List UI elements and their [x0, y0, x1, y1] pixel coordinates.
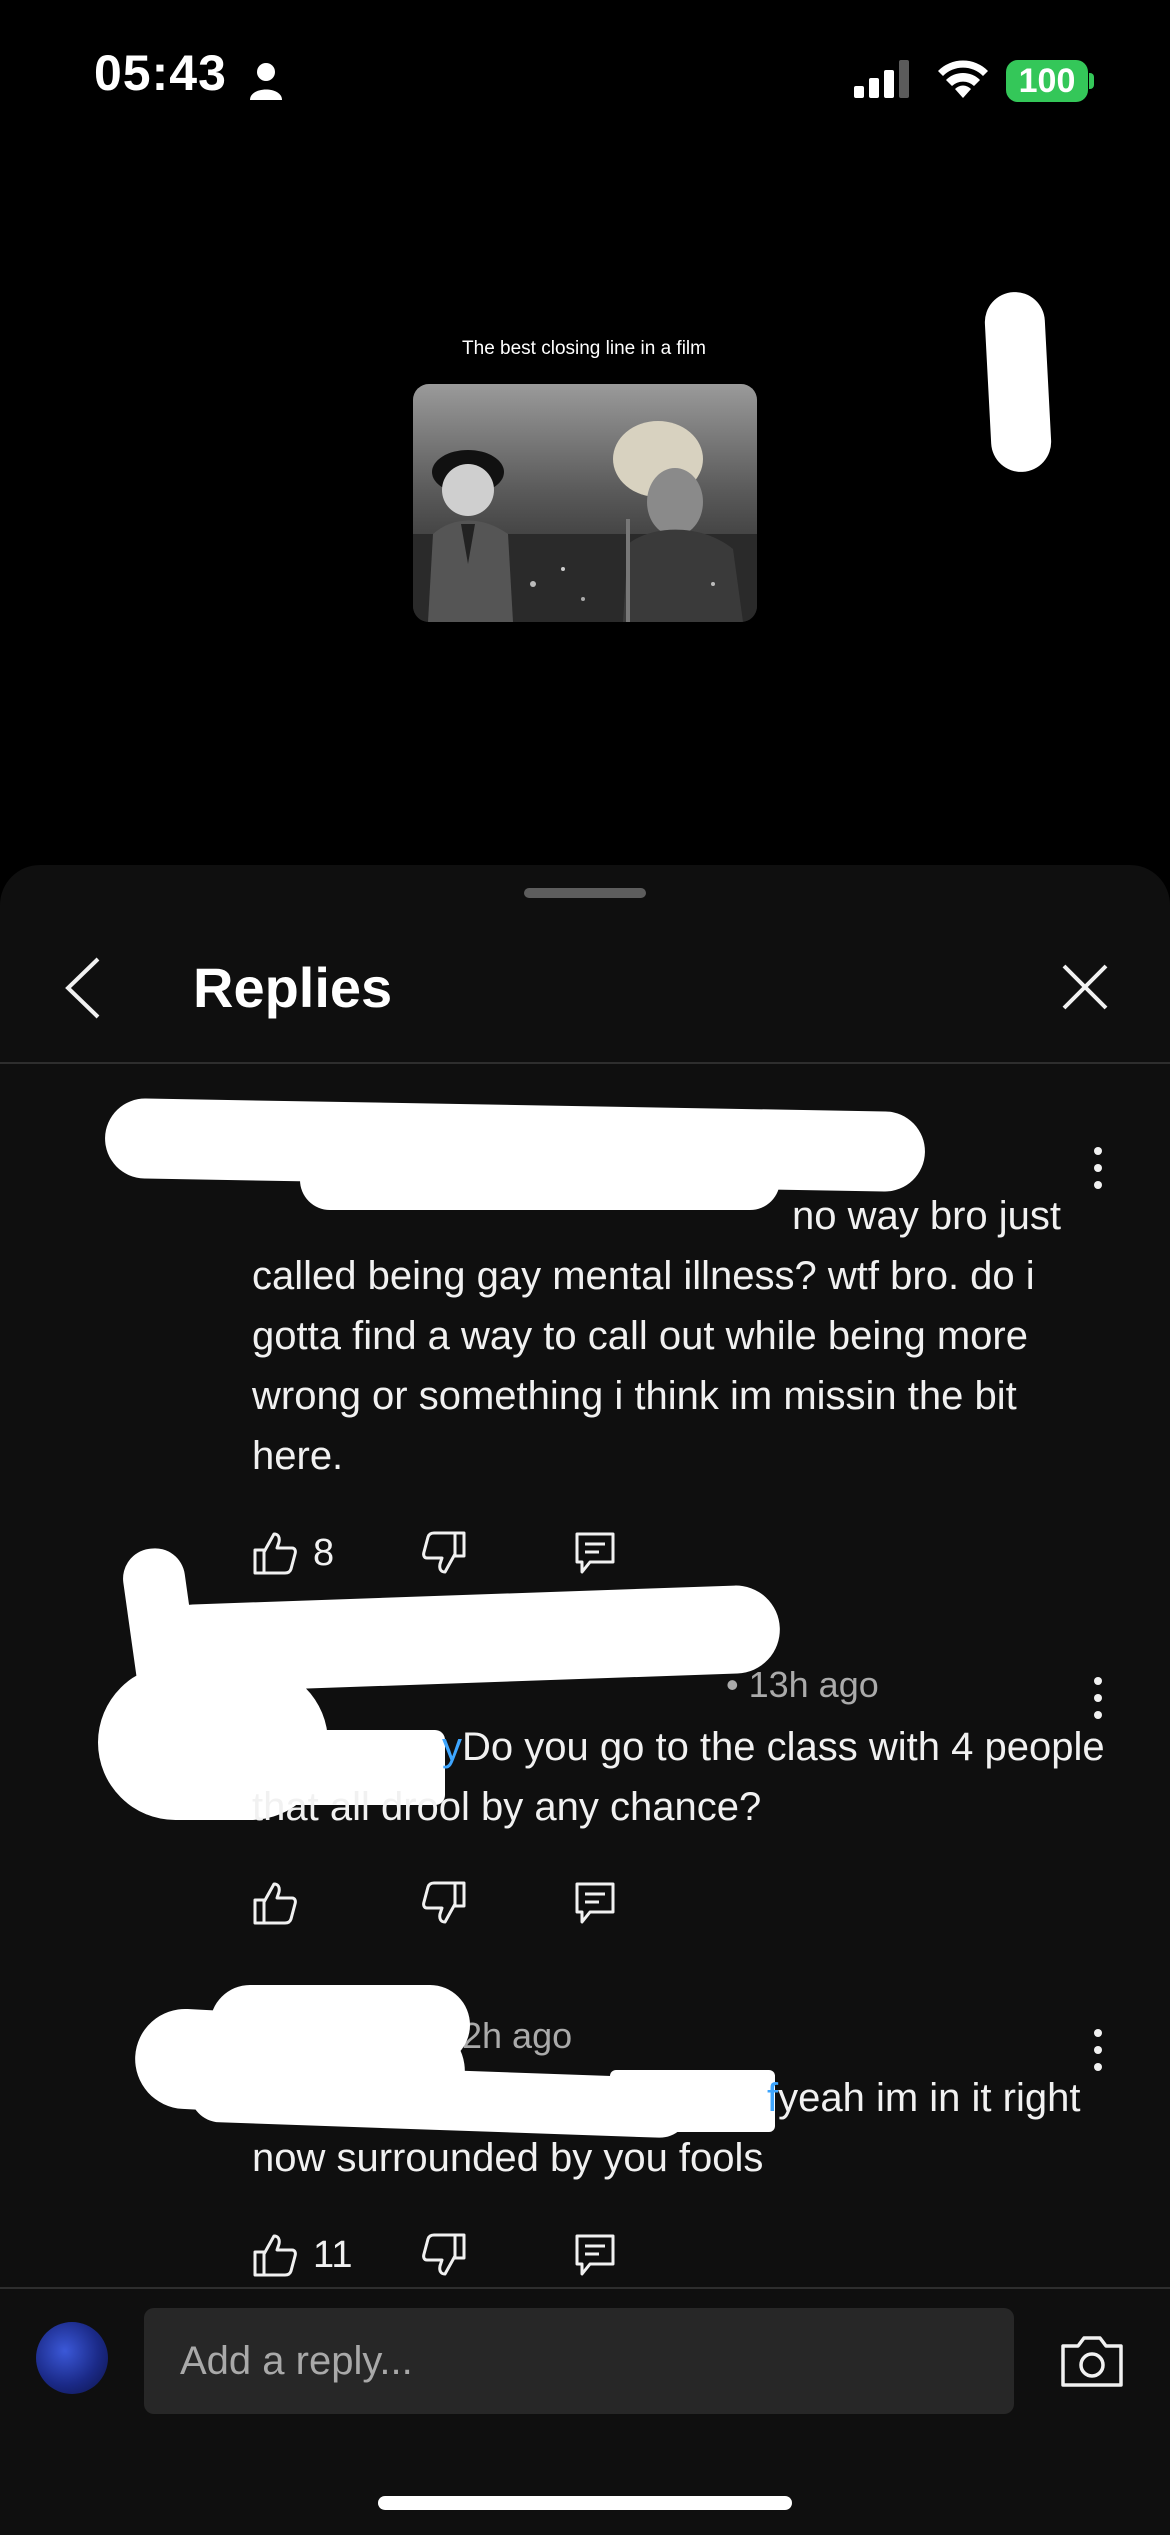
thumbs-down-icon[interactable] — [421, 2232, 467, 2278]
mention-link[interactable]: f — [767, 2076, 778, 2120]
thumbs-down-icon[interactable] — [421, 1530, 467, 1576]
comment-text: @no way bro just called being gay mental… — [252, 1194, 1062, 1478]
status-time: 05:43 — [94, 45, 227, 101]
reply-icon[interactable] — [572, 1880, 618, 1926]
more-vert-icon[interactable] — [1088, 1145, 1108, 1191]
mention-link[interactable]: y — [442, 1725, 462, 1769]
header-divider — [0, 1062, 1170, 1064]
thumbs-up-icon[interactable] — [252, 2232, 298, 2278]
drag-handle[interactable] — [524, 888, 646, 898]
battery-icon: 100 — [1006, 60, 1088, 102]
thumbs-down-icon[interactable] — [421, 1880, 467, 1926]
video-thumbnail[interactable] — [413, 384, 757, 622]
like-count: 8 — [313, 1532, 335, 1574]
thumbs-up-icon[interactable] — [252, 1530, 298, 1576]
reply-icon[interactable] — [572, 1530, 618, 1576]
close-icon[interactable] — [1060, 962, 1110, 1012]
page-title: Replies — [193, 956, 393, 1019]
film-still-image — [413, 384, 757, 622]
wifi-icon — [938, 60, 988, 98]
signal-icon — [854, 60, 909, 98]
thumbs-up-icon[interactable] — [252, 1880, 298, 1926]
avatar — [36, 2322, 108, 2394]
comment-text: fyeah im in it right now surrounded by y… — [252, 2076, 1081, 2180]
comment-text: yDo you go to the class with 4 people th… — [252, 1725, 1105, 1829]
more-vert-icon[interactable] — [1088, 1675, 1108, 1721]
reply-icon[interactable] — [572, 2232, 618, 2278]
comment-timestamp: 2h ago — [462, 2015, 573, 2056]
chevron-left-icon[interactable] — [60, 955, 110, 1021]
home-indicator — [378, 2496, 792, 2510]
person-icon — [250, 63, 282, 100]
camera-icon[interactable] — [1060, 2334, 1124, 2388]
redaction-scribble — [983, 290, 1053, 474]
like-count: 11 — [313, 2234, 353, 2276]
bottom-divider — [0, 2287, 1170, 2289]
battery-nub — [1089, 73, 1094, 89]
more-vert-icon[interactable] — [1088, 2027, 1108, 2073]
reply-input[interactable] — [144, 2308, 1014, 2414]
video-caption: The best closing line in a film — [462, 338, 706, 359]
